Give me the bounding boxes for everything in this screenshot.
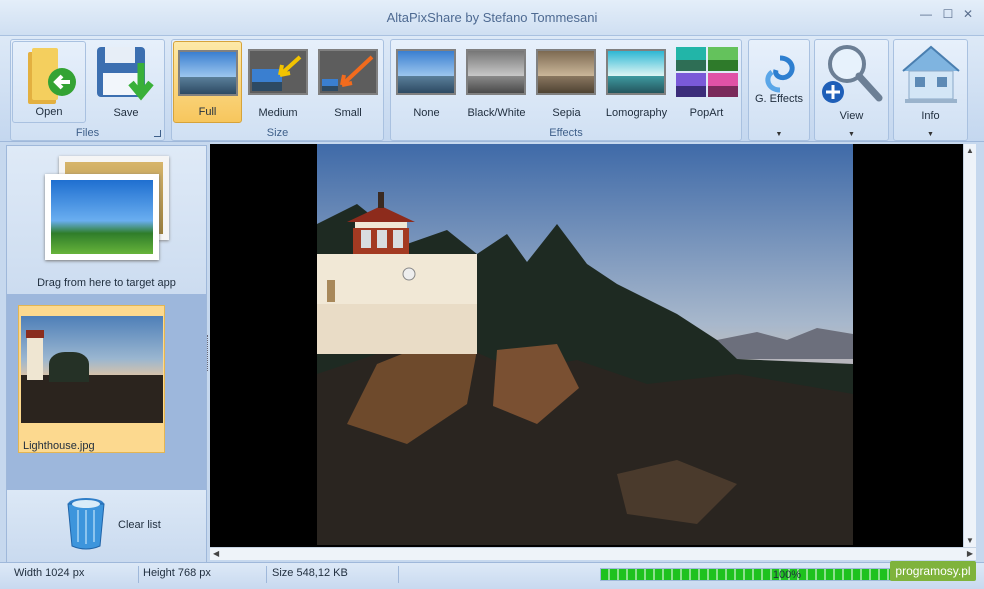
- effect-blackwhite-label: Black/White: [467, 107, 526, 119]
- magnifier-zoom-icon: [822, 45, 883, 103]
- drag-hint: Drag from here to target app: [37, 277, 176, 289]
- trash-bin-icon: [67, 498, 105, 550]
- image-viewer: [210, 144, 976, 547]
- swirl-effects-icon: [765, 55, 795, 93]
- effect-sepia-icon: [536, 49, 596, 95]
- effect-sepia-label: Sepia: [552, 107, 581, 119]
- floppy-save-icon: [97, 47, 154, 101]
- effect-popart-button[interactable]: PopArt: [672, 41, 741, 123]
- status-divider: [266, 566, 267, 583]
- folder-open-icon: [28, 48, 76, 104]
- effect-lomography-button[interactable]: Lomography: [602, 41, 671, 123]
- window-title: AltaPixShare by Stefano Tommesani: [386, 10, 598, 25]
- size-full-button[interactable]: Full: [173, 41, 242, 123]
- dialog-launcher-icon[interactable]: [154, 130, 161, 137]
- main-image: [317, 144, 853, 545]
- effect-sepia-button[interactable]: Sepia: [532, 41, 601, 123]
- full-size-icon: [178, 50, 238, 96]
- effect-popart-label: PopArt: [689, 107, 724, 119]
- image-list-panel: Drag from here to target app Lighthouse.…: [6, 145, 207, 563]
- status-divider: [398, 566, 399, 583]
- image-size-status: Size 548,12 KB: [272, 567, 348, 579]
- vertical-scrollbar[interactable]: ▲ ▼: [963, 144, 976, 547]
- clear-list-button[interactable]: Clear list: [7, 490, 206, 563]
- image-width-status: Width 1024 px: [14, 567, 85, 579]
- chevron-down-icon: ▼: [848, 131, 855, 138]
- close-button[interactable]: ✕: [958, 6, 978, 22]
- size-small-label: Small: [334, 107, 362, 119]
- size-medium-label: Medium: [258, 107, 298, 119]
- view-label: View: [839, 110, 864, 122]
- size-group: Full Medium Small Size: [171, 39, 384, 141]
- size-group-label: Size: [266, 127, 289, 139]
- scroll-down-icon[interactable]: ▼: [966, 536, 974, 545]
- open-label: Open: [35, 106, 63, 118]
- g-effects-button[interactable]: G. Effects ▼: [748, 39, 810, 141]
- size-full-label: Full: [198, 106, 217, 118]
- effect-lomography-label: Lomography: [605, 107, 668, 119]
- drag-source-zone[interactable]: Drag from here to target app: [7, 146, 206, 294]
- size-medium-button[interactable]: Medium: [244, 41, 312, 123]
- info-label: Info: [921, 110, 940, 122]
- effect-blackwhite-icon: [466, 49, 526, 95]
- small-size-icon: [318, 49, 378, 95]
- clear-list-label: Clear list: [118, 519, 161, 531]
- open-button[interactable]: Open: [12, 41, 86, 123]
- status-bar: Width 1024 px Height 768 px Size 548,12 …: [0, 562, 984, 589]
- chevron-down-icon: ▼: [927, 131, 934, 138]
- maximize-button[interactable]: ☐: [938, 6, 958, 22]
- effect-blackwhite-button[interactable]: Black/White: [462, 41, 531, 123]
- info-button[interactable]: Info ▼: [893, 39, 968, 141]
- effect-none-button[interactable]: None: [392, 41, 461, 123]
- g-effects-label: G. Effects: [754, 93, 804, 105]
- panel-splitter[interactable]: [207, 335, 209, 371]
- size-small-button[interactable]: Small: [314, 41, 382, 123]
- title-bar: AltaPixShare by Stefano Tommesani — ☐ ✕: [0, 0, 984, 36]
- effect-lomography-icon: [606, 49, 666, 95]
- effects-group-label: Effects: [549, 127, 583, 139]
- files-group: Open Save Files: [10, 39, 165, 141]
- watermark-badge: programosy.pl: [890, 561, 976, 581]
- view-button[interactable]: View ▼: [814, 39, 889, 141]
- image-height-status: Height 768 px: [143, 567, 211, 579]
- save-label: Save: [113, 107, 139, 119]
- save-button[interactable]: Save: [89, 41, 163, 123]
- files-group-label: Files: [75, 127, 100, 139]
- chevron-down-icon: ▼: [775, 131, 783, 138]
- horizontal-scrollbar[interactable]: ◀ ▶: [210, 547, 976, 560]
- image-list: Lighthouse.jpg: [7, 294, 206, 490]
- list-item[interactable]: Lighthouse.jpg: [18, 305, 165, 453]
- image-filename: Lighthouse.jpg: [23, 440, 95, 452]
- image-thumbnail: [21, 316, 163, 423]
- effect-none-label: None: [413, 107, 440, 119]
- minimize-button[interactable]: —: [916, 6, 936, 22]
- medium-size-icon: [248, 49, 308, 95]
- house-info-icon: [902, 45, 960, 103]
- scroll-up-icon[interactable]: ▲: [966, 146, 974, 155]
- effects-group: None Black/White Sepia Lomography PopArt…: [390, 39, 742, 141]
- status-divider: [138, 566, 139, 583]
- scroll-left-icon[interactable]: ◀: [213, 549, 219, 558]
- ribbon: Open Save Files Full Medium Small Size N…: [0, 36, 984, 142]
- drag-photo-icon: [45, 174, 159, 260]
- scroll-right-icon[interactable]: ▶: [967, 549, 973, 558]
- effect-none-icon: [396, 49, 456, 95]
- effect-popart-icon: [676, 47, 738, 97]
